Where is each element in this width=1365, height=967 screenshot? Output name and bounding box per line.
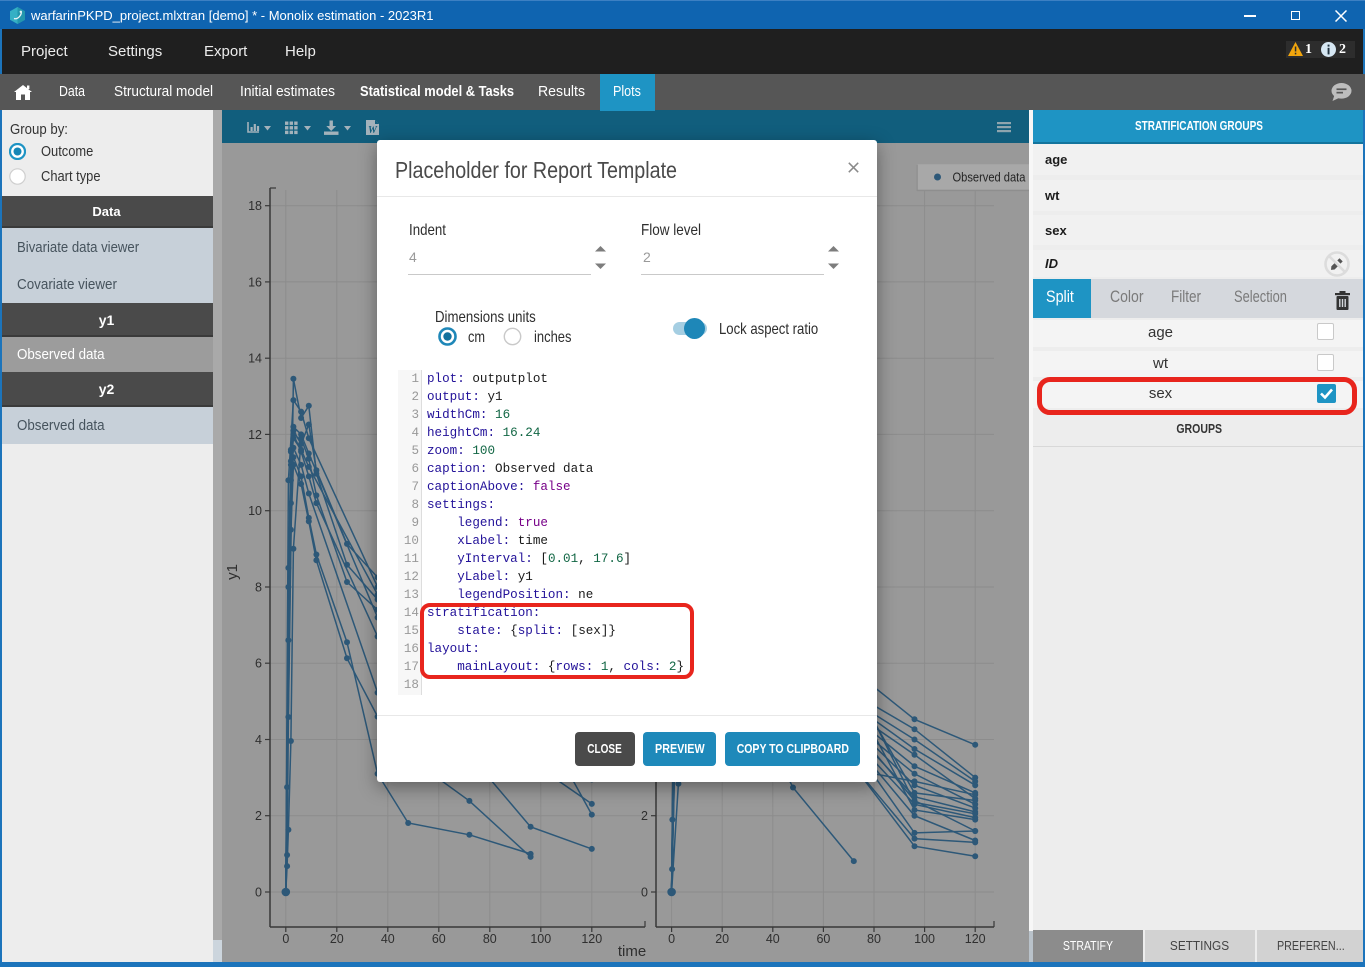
svg-text:120: 120 bbox=[965, 932, 986, 946]
svg-text:0: 0 bbox=[668, 932, 675, 946]
svg-text:0: 0 bbox=[282, 932, 289, 946]
svg-text:0: 0 bbox=[641, 886, 648, 900]
svg-text:120: 120 bbox=[581, 932, 602, 946]
svg-text:0: 0 bbox=[255, 886, 262, 900]
svg-text:y1: y1 bbox=[224, 564, 241, 580]
svg-text:W: W bbox=[368, 125, 378, 136]
svg-text:60: 60 bbox=[432, 932, 446, 946]
svg-text:2: 2 bbox=[255, 809, 262, 823]
svg-text:16: 16 bbox=[248, 275, 262, 289]
svg-text:time: time bbox=[618, 943, 646, 960]
svg-text:4: 4 bbox=[255, 733, 262, 747]
svg-text:20: 20 bbox=[715, 932, 729, 946]
svg-text:2: 2 bbox=[641, 809, 648, 823]
svg-text:60: 60 bbox=[816, 932, 830, 946]
svg-text:14: 14 bbox=[248, 352, 262, 366]
svg-text:100: 100 bbox=[914, 932, 935, 946]
svg-text:80: 80 bbox=[867, 932, 881, 946]
svg-text:40: 40 bbox=[381, 932, 395, 946]
svg-text:40: 40 bbox=[766, 932, 780, 946]
svg-text:20: 20 bbox=[330, 932, 344, 946]
svg-text:12: 12 bbox=[248, 428, 262, 442]
svg-text:Observed data: Observed data bbox=[953, 170, 1026, 185]
svg-text:80: 80 bbox=[483, 932, 497, 946]
svg-text:8: 8 bbox=[255, 581, 262, 595]
svg-text:100: 100 bbox=[530, 932, 551, 946]
svg-text:10: 10 bbox=[248, 504, 262, 518]
svg-text:18: 18 bbox=[248, 199, 262, 213]
svg-text:6: 6 bbox=[255, 657, 262, 671]
